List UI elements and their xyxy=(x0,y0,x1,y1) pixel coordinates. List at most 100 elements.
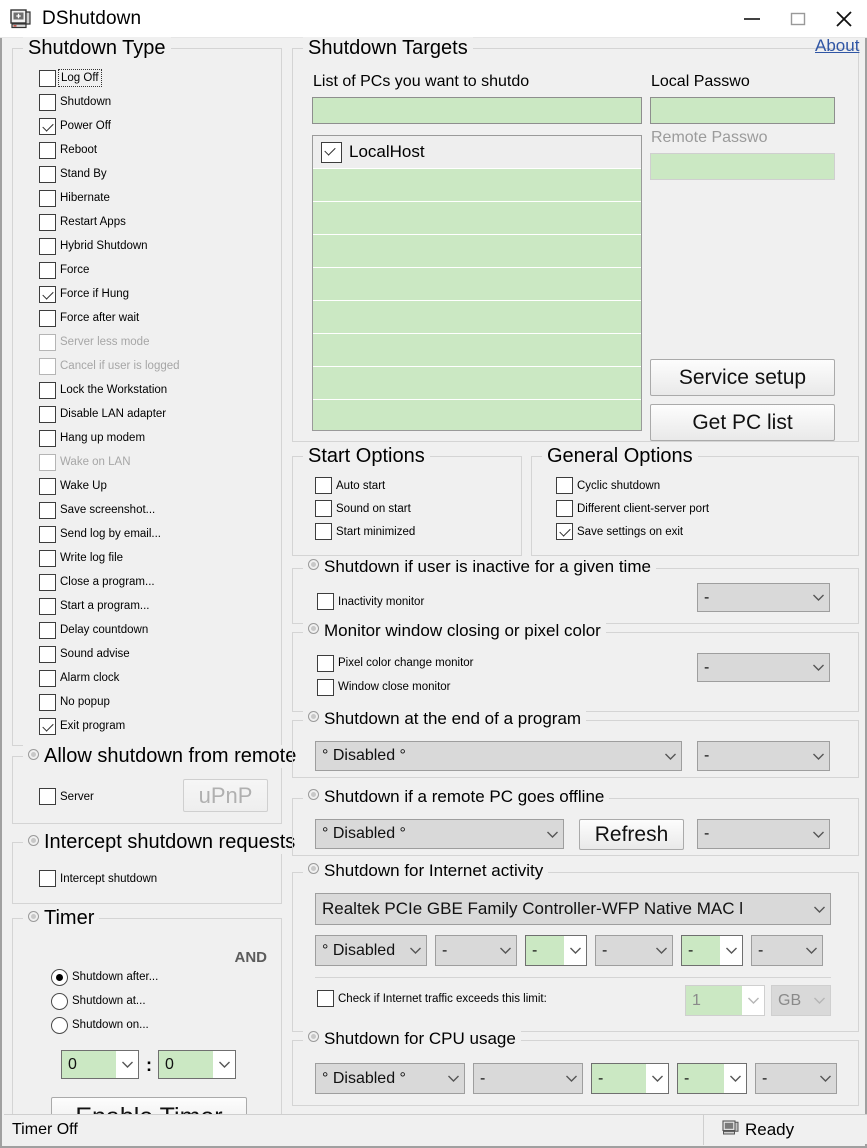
checkbox-box-shutdown[interactable] xyxy=(39,94,56,111)
chevron-down-icon[interactable] xyxy=(213,1060,235,1069)
internet-dropdown-3[interactable]: - xyxy=(525,935,587,966)
checkbox-box-auto-start[interactable] xyxy=(315,477,332,494)
pc-listbox[interactable]: LocalHost xyxy=(312,135,642,431)
checkbox-box-reboot[interactable] xyxy=(39,142,56,159)
checkbox-force[interactable]: Force xyxy=(39,258,269,282)
monitor-window-dropdown[interactable]: - xyxy=(697,653,830,682)
cpu-dropdown-4[interactable]: - xyxy=(677,1063,747,1094)
checkbox-box-server[interactable] xyxy=(39,788,56,805)
checkbox-box-delay-countdown[interactable] xyxy=(39,622,56,639)
remote-offline-side-dropdown[interactable]: - xyxy=(697,819,830,849)
chevron-down-icon[interactable] xyxy=(404,946,426,955)
checkbox-box-hang-up-modem[interactable] xyxy=(39,430,56,447)
chevron-down-icon[interactable] xyxy=(442,1074,464,1083)
checkbox-box-disable-lan-adapter[interactable] xyxy=(39,406,56,423)
radio-box-shutdown-after[interactable] xyxy=(51,969,68,986)
list-item-empty[interactable] xyxy=(313,169,641,202)
list-item-empty[interactable] xyxy=(313,400,641,431)
checkbox-hibernate[interactable]: Hibernate xyxy=(39,186,269,210)
radio-bullet-intercept[interactable] xyxy=(28,835,39,846)
list-item-empty[interactable] xyxy=(313,334,641,367)
checkbox-box-no-popup[interactable] xyxy=(39,694,56,711)
end-of-program-side-dropdown[interactable]: - xyxy=(697,741,830,771)
internet-dropdown-1[interactable]: ° Disabled xyxy=(315,935,427,966)
chevron-down-icon[interactable] xyxy=(807,830,829,839)
checkbox-box-different-client-server-port[interactable] xyxy=(556,500,573,517)
chevron-down-icon[interactable] xyxy=(646,1074,668,1083)
checkbox-box-inactivity-monitor[interactable] xyxy=(317,593,334,610)
list-item-empty[interactable] xyxy=(313,367,641,400)
radio-bullet-internet-activity[interactable] xyxy=(308,863,319,874)
list-item-empty[interactable] xyxy=(313,301,641,334)
checkbox-box-hibernate[interactable] xyxy=(39,190,56,207)
chevron-down-icon[interactable] xyxy=(814,1074,836,1083)
list-item-empty[interactable] xyxy=(313,268,641,301)
checkbox-box-force[interactable] xyxy=(39,262,56,279)
checkbox-traffic-limit[interactable]: Check if Internet traffic exceeds this l… xyxy=(317,987,547,1010)
chevron-down-icon[interactable] xyxy=(807,752,829,761)
list-item-empty[interactable] xyxy=(313,235,641,268)
internet-dropdown-5[interactable]: - xyxy=(681,935,743,966)
chevron-down-icon[interactable] xyxy=(808,905,830,914)
radio-bullet-cpu-usage[interactable] xyxy=(308,1031,319,1042)
checkbox-auto-start[interactable]: Auto start xyxy=(315,474,415,497)
checkbox-box-power-off[interactable] xyxy=(39,118,56,135)
checkbox-box-start-minimized[interactable] xyxy=(315,523,332,540)
checkbox-disable-lan-adapter[interactable]: Disable LAN adapter xyxy=(39,402,269,426)
chevron-down-icon[interactable] xyxy=(724,1074,746,1083)
checkbox-reboot[interactable]: Reboot xyxy=(39,138,269,162)
refresh-button[interactable]: Refresh xyxy=(579,819,684,850)
radio-bullet-timer[interactable] xyxy=(28,911,39,922)
checkbox-box-sound-on-start[interactable] xyxy=(315,500,332,517)
checkbox-box-traffic-limit[interactable] xyxy=(317,990,334,1007)
internet-adapter-dropdown[interactable]: Realtek PCIe GBE Family Controller-WFP N… xyxy=(315,893,831,925)
radio-shutdown-at[interactable]: Shutdown at... xyxy=(51,989,158,1013)
chevron-down-icon[interactable] xyxy=(742,996,764,1005)
checkbox-box-log-off[interactable] xyxy=(39,70,56,87)
checkbox-power-off[interactable]: Power Off xyxy=(39,114,269,138)
internet-dropdown-4[interactable]: - xyxy=(595,935,673,966)
checkbox-no-popup[interactable]: No popup xyxy=(39,690,269,714)
checkbox-close-a-program[interactable]: Close a program... xyxy=(39,570,269,594)
upnp-button[interactable]: uPnP xyxy=(183,779,268,812)
remote-password-input[interactable] xyxy=(650,153,835,180)
remote-offline-main-dropdown[interactable]: ° Disabled ° xyxy=(315,819,564,849)
checkbox-box-pixel-color-change-monitor[interactable] xyxy=(317,655,334,672)
chevron-down-icon[interactable] xyxy=(800,946,822,955)
checkbox-box-cyclic-shutdown[interactable] xyxy=(556,477,573,494)
checkbox-box-alarm-clock[interactable] xyxy=(39,670,56,687)
inactivity-dropdown[interactable]: - xyxy=(697,583,830,612)
checkbox-box-restart-apps[interactable] xyxy=(39,214,56,231)
cpu-dropdown-1[interactable]: ° Disabled ° xyxy=(315,1063,465,1094)
chevron-down-icon[interactable] xyxy=(116,1060,138,1069)
chevron-down-icon[interactable] xyxy=(541,830,563,839)
checkbox-box-window-close-monitor[interactable] xyxy=(317,679,334,696)
cpu-dropdown-5[interactable]: - xyxy=(755,1063,837,1094)
end-of-program-main-dropdown[interactable]: ° Disabled ° xyxy=(315,741,682,771)
checkbox-lock-the-workstation[interactable]: Lock the Workstation xyxy=(39,378,269,402)
chevron-down-icon[interactable] xyxy=(650,946,672,955)
checkbox-different-client-server-port[interactable]: Different client-server port xyxy=(556,497,709,520)
close-icon[interactable] xyxy=(821,0,867,38)
checkbox-box-start-a-program[interactable] xyxy=(39,598,56,615)
checkbox-cyclic-shutdown[interactable]: Cyclic shutdown xyxy=(556,474,709,497)
internet-dropdown-2[interactable]: - xyxy=(435,935,517,966)
timer-minutes-combo[interactable]: 0 xyxy=(158,1050,236,1079)
checkbox-box-intercept-shutdown[interactable] xyxy=(39,870,56,887)
checkbox-save-settings-on-exit[interactable]: Save settings on exit xyxy=(556,520,709,543)
checkbox-hang-up-modem[interactable]: Hang up modem xyxy=(39,426,269,450)
checkbox-save-screenshot[interactable]: Save screenshot... xyxy=(39,498,269,522)
local-password-input[interactable] xyxy=(650,97,835,124)
checkbox-intercept-shutdown[interactable]: Intercept shutdown xyxy=(39,867,157,890)
traffic-limit-value-dropdown[interactable]: 1 xyxy=(685,985,765,1016)
chevron-down-icon[interactable] xyxy=(659,752,681,761)
checkbox-window-close-monitor[interactable]: Window close monitor xyxy=(317,675,474,699)
about-link[interactable]: About xyxy=(815,36,861,56)
pc-list-input[interactable] xyxy=(312,97,642,124)
checkbox-box-stand-by[interactable] xyxy=(39,166,56,183)
get-pc-list-button[interactable]: Get PC list xyxy=(650,404,835,441)
checkbox-alarm-clock[interactable]: Alarm clock xyxy=(39,666,269,690)
checkbox-box-close-a-program[interactable] xyxy=(39,574,56,591)
checkbox-exit-program[interactable]: Exit program xyxy=(39,714,269,738)
chevron-down-icon[interactable] xyxy=(494,946,516,955)
